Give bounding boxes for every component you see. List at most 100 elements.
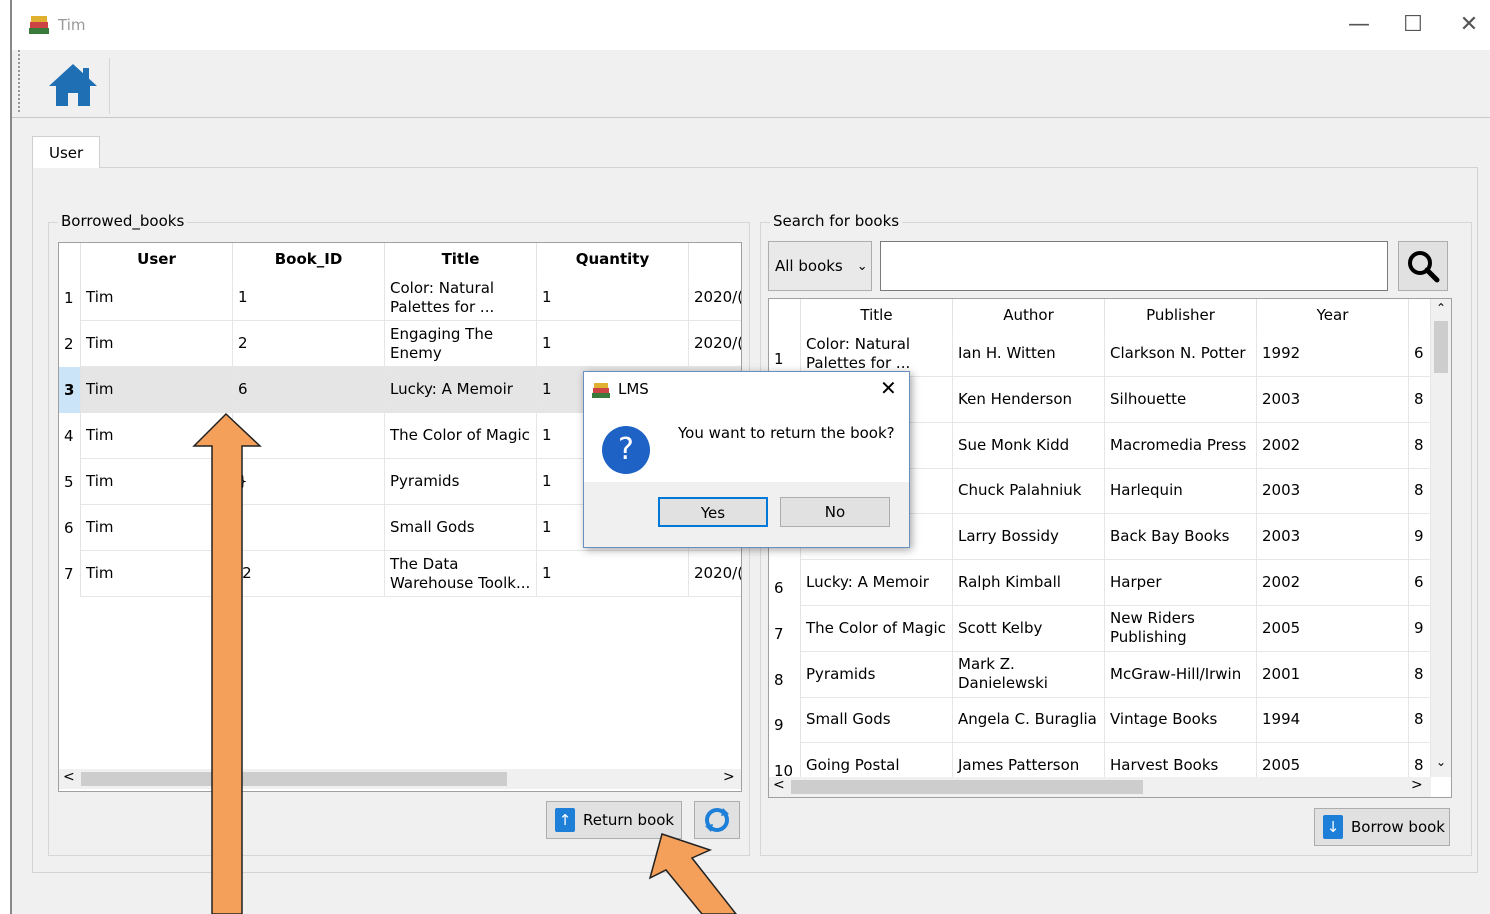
row-number[interactable]: 6 bbox=[59, 505, 81, 551]
table-cell[interactable]: 9 bbox=[1409, 514, 1431, 561]
scroll-thumb[interactable] bbox=[81, 772, 507, 786]
table-cell[interactable]: Scott Kelby bbox=[953, 605, 1105, 652]
table-cell[interactable]: 2003 bbox=[1257, 514, 1409, 561]
scroll-thumb-vertical[interactable] bbox=[1434, 321, 1448, 373]
table-cell[interactable]: 1 bbox=[537, 275, 689, 321]
table-cell[interactable]: Small Gods bbox=[801, 697, 953, 744]
table-cell[interactable]: 1994 bbox=[1257, 697, 1409, 744]
dialog-yes-button[interactable]: Yes bbox=[658, 497, 768, 527]
table-cell[interactable]: Larry Bossidy bbox=[953, 514, 1105, 561]
column-header[interactable] bbox=[1409, 299, 1431, 331]
row-number[interactable]: 8 bbox=[769, 651, 801, 698]
table-cell[interactable]: 1 bbox=[233, 275, 385, 321]
table-cell[interactable]: 2002 bbox=[1257, 422, 1409, 469]
search-horizontal-scrollbar[interactable]: < > bbox=[769, 777, 1431, 797]
column-header[interactable]: Year bbox=[1257, 299, 1409, 331]
borrow-book-button[interactable]: ↓ Borrow book bbox=[1314, 808, 1450, 846]
table-cell[interactable]: Silhouette bbox=[1105, 376, 1257, 423]
table-cell[interactable]: 2003 bbox=[1257, 468, 1409, 515]
scroll-left-icon[interactable]: < bbox=[63, 769, 75, 785]
table-cell[interactable]: 1992 bbox=[1257, 331, 1409, 377]
table-cell[interactable]: 2020/( bbox=[689, 551, 741, 597]
column-header[interactable]: Title bbox=[385, 243, 537, 275]
table-cell[interactable]: Macromedia Press bbox=[1105, 422, 1257, 469]
table-cell[interactable]: 8 bbox=[1409, 422, 1431, 469]
table-cell[interactable]: 9 bbox=[1409, 605, 1431, 652]
table-cell[interactable]: Ian H. Witten bbox=[953, 331, 1105, 377]
table-cell[interactable]: 2002 bbox=[1257, 560, 1409, 606]
table-cell[interactable]: 2020/( bbox=[689, 275, 741, 321]
table-cell[interactable]: McGraw-Hill/Irwin bbox=[1105, 651, 1257, 698]
row-number[interactable]: 6 bbox=[769, 560, 801, 606]
table-cell[interactable]: Small Gods bbox=[385, 505, 537, 551]
column-header[interactable]: Author bbox=[953, 299, 1105, 331]
column-header[interactable]: Borr bbox=[689, 243, 741, 275]
search-vertical-scrollbar[interactable]: ⌃ ⌄ bbox=[1431, 299, 1451, 777]
scroll-thumb[interactable] bbox=[791, 780, 1143, 794]
table-cell[interactable]: Tim bbox=[81, 275, 233, 321]
table-cell[interactable]: 6 bbox=[233, 367, 385, 413]
row-number[interactable]: 1 bbox=[59, 275, 81, 321]
table-cell[interactable]: Engaging The Enemy bbox=[385, 321, 537, 367]
table-cell[interactable]: Harper bbox=[1105, 560, 1257, 606]
table-cell[interactable]: 6 bbox=[1409, 331, 1431, 377]
table-cell[interactable]: Back Bay Books bbox=[1105, 514, 1257, 561]
minimize-button[interactable]: — bbox=[1342, 10, 1376, 40]
column-header[interactable]: Title bbox=[801, 299, 953, 331]
scroll-left-icon[interactable]: < bbox=[773, 777, 785, 793]
scroll-right-icon[interactable]: > bbox=[723, 769, 735, 785]
search-input[interactable] bbox=[880, 241, 1388, 291]
table-cell[interactable]: Pyramids bbox=[385, 459, 537, 505]
maximize-button[interactable]: ☐ bbox=[1396, 10, 1430, 40]
column-header[interactable]: Book_ID bbox=[233, 243, 385, 275]
row-number[interactable]: 9 bbox=[769, 697, 801, 744]
table-cell[interactable]: New Riders Publishing bbox=[1105, 605, 1257, 652]
table-cell[interactable]: The Color of Magic bbox=[385, 413, 537, 459]
table-cell[interactable]: 8 bbox=[1409, 651, 1431, 698]
table-cell[interactable]: Angela C. Buraglia bbox=[953, 697, 1105, 744]
table-cell[interactable]: 1 bbox=[537, 551, 689, 597]
table-cell[interactable]: 8 bbox=[1409, 697, 1431, 744]
table-cell[interactable]: 1 bbox=[537, 321, 689, 367]
row-number[interactable]: 2 bbox=[59, 321, 81, 367]
table-cell[interactable]: Ken Henderson bbox=[953, 376, 1105, 423]
table-cell[interactable]: 2003 bbox=[1257, 376, 1409, 423]
row-number[interactable]: 5 bbox=[59, 459, 81, 505]
book-filter-select[interactable]: All books ⌄ bbox=[768, 241, 872, 291]
table-cell[interactable]: 8 bbox=[1409, 468, 1431, 515]
table-cell[interactable]: Pyramids bbox=[801, 651, 953, 698]
close-button[interactable]: ✕ bbox=[1452, 10, 1486, 40]
table-cell[interactable]: Mark Z. Danielewski bbox=[953, 651, 1105, 698]
row-number[interactable]: 7 bbox=[59, 551, 81, 597]
table-cell[interactable]: 2005 bbox=[1257, 605, 1409, 652]
column-header[interactable]: Publisher bbox=[1105, 299, 1257, 331]
table-cell[interactable]: Lucky: A Memoir bbox=[385, 367, 537, 413]
tab-user[interactable]: User bbox=[32, 136, 100, 168]
column-header[interactable]: User bbox=[81, 243, 233, 275]
table-cell[interactable]: Tim bbox=[81, 367, 233, 413]
scroll-right-icon[interactable]: > bbox=[1411, 777, 1423, 793]
table-cell[interactable]: 2020/( bbox=[689, 321, 741, 367]
table-cell[interactable]: Harlequin bbox=[1105, 468, 1257, 515]
table-cell[interactable]: Ralph Kimball bbox=[953, 560, 1105, 606]
scroll-up-icon[interactable]: ⌃ bbox=[1436, 301, 1446, 315]
toolbar-grip[interactable] bbox=[18, 50, 22, 112]
table-cell[interactable]: 6 bbox=[1409, 560, 1431, 606]
dialog-close-icon[interactable]: ✕ bbox=[880, 376, 897, 400]
column-header[interactable]: Quantity bbox=[537, 243, 689, 275]
table-cell[interactable]: Sue Monk Kidd bbox=[953, 422, 1105, 469]
row-number[interactable]: 7 bbox=[769, 605, 801, 652]
table-cell[interactable]: Vintage Books bbox=[1105, 697, 1257, 744]
borrowed-horizontal-scrollbar[interactable]: < > bbox=[59, 769, 741, 789]
scroll-down-icon[interactable]: ⌄ bbox=[1436, 755, 1446, 769]
table-cell[interactable]: 2 bbox=[233, 321, 385, 367]
table-cell[interactable]: The Data Warehouse Toolk... bbox=[385, 551, 537, 597]
table-cell[interactable]: Clarkson N. Potter bbox=[1105, 331, 1257, 377]
search-button[interactable] bbox=[1398, 241, 1448, 291]
table-cell[interactable]: Lucky: A Memoir bbox=[801, 560, 953, 606]
table-cell[interactable]: The Color of Magic bbox=[801, 605, 953, 652]
table-cell[interactable]: 8 bbox=[1409, 376, 1431, 423]
home-button[interactable] bbox=[42, 58, 110, 114]
row-number[interactable]: 4 bbox=[59, 413, 81, 459]
table-cell[interactable]: Color: Natural Palettes for ... bbox=[385, 275, 537, 321]
